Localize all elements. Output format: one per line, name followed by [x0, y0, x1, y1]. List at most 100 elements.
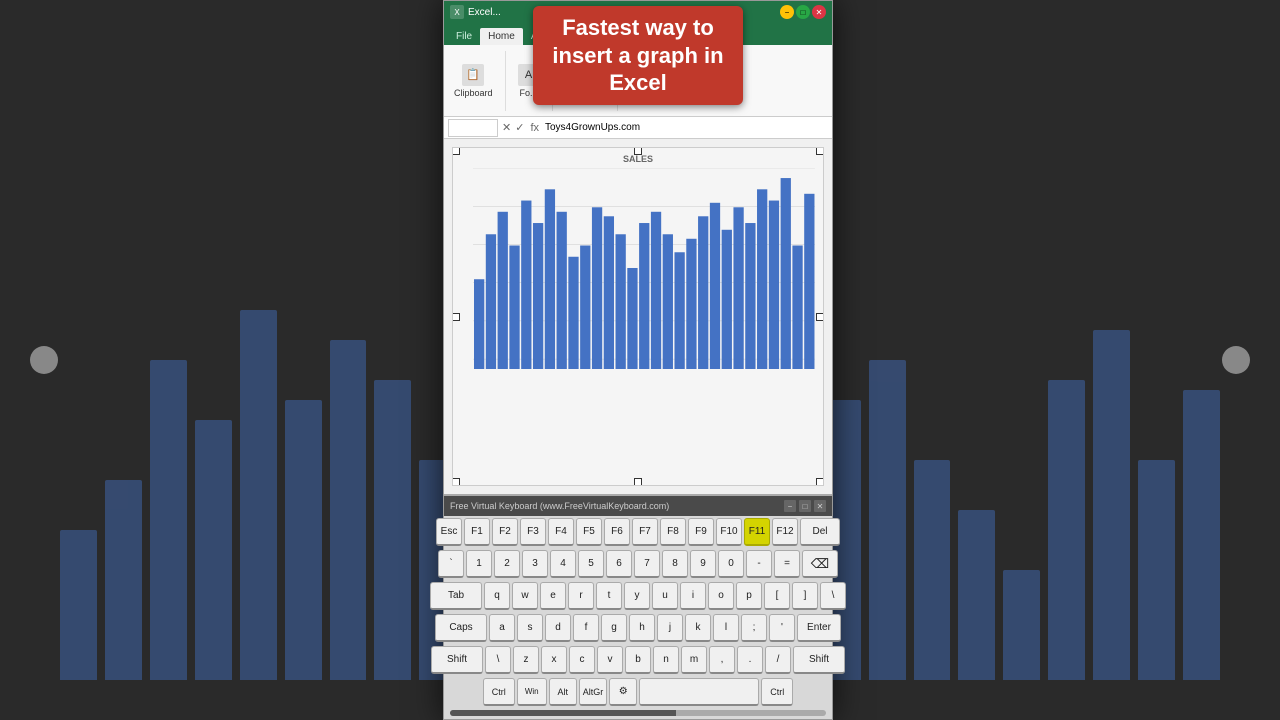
key-f10[interactable]: F10	[716, 518, 742, 546]
key-c[interactable]: c	[569, 646, 595, 674]
key-4[interactable]: 4	[550, 550, 576, 578]
key--[interactable]: ⚙	[609, 678, 637, 706]
key-t[interactable]: t	[596, 582, 622, 610]
chart-area[interactable]: SALES	[452, 147, 824, 486]
key-b[interactable]: b	[625, 646, 651, 674]
key-y[interactable]: y	[624, 582, 650, 610]
key-j[interactable]: j	[657, 614, 683, 642]
key--[interactable]: -	[746, 550, 772, 578]
key--[interactable]: `	[438, 550, 464, 578]
key--[interactable]: ]	[792, 582, 818, 610]
key--[interactable]: ;	[741, 614, 767, 642]
key-f4[interactable]: F4	[548, 518, 574, 546]
key-x[interactable]: x	[541, 646, 567, 674]
key-l[interactable]: l	[713, 614, 739, 642]
key-5[interactable]: 5	[578, 550, 604, 578]
key-caps[interactable]: Caps	[435, 614, 487, 642]
key--[interactable]: '	[769, 614, 795, 642]
formula-input[interactable]	[545, 119, 828, 137]
key--[interactable]: [	[764, 582, 790, 610]
key-1[interactable]: 1	[466, 550, 492, 578]
key-k[interactable]: k	[685, 614, 711, 642]
key-win[interactable]: Win	[517, 678, 547, 706]
minimize-button[interactable]: −	[780, 5, 794, 19]
key-del[interactable]: Del	[800, 518, 840, 546]
key-tab[interactable]: Tab	[430, 582, 482, 610]
keyboard-maximize-btn[interactable]: □	[799, 500, 811, 512]
key-f11[interactable]: F11	[744, 518, 770, 546]
resize-handle-br[interactable]	[816, 478, 824, 486]
key--[interactable]: \	[485, 646, 511, 674]
key-altgr[interactable]: AltGr	[579, 678, 608, 706]
key-e[interactable]: e	[540, 582, 566, 610]
key-h[interactable]: h	[629, 614, 655, 642]
key--[interactable]: .	[737, 646, 763, 674]
keyboard-close-btn[interactable]: ✕	[814, 500, 826, 512]
key-8[interactable]: 8	[662, 550, 688, 578]
key--[interactable]: ⌫	[802, 550, 838, 578]
key-f1[interactable]: F1	[464, 518, 490, 546]
resize-handle-bl[interactable]	[452, 478, 460, 486]
ribbon-tab-file[interactable]: File	[448, 28, 480, 45]
formula-sep-check[interactable]: ✓	[515, 121, 524, 134]
key-3[interactable]: 3	[522, 550, 548, 578]
key-v[interactable]: v	[597, 646, 623, 674]
close-button[interactable]: ✕	[812, 5, 826, 19]
key-z[interactable]: z	[513, 646, 539, 674]
resize-handle-tr[interactable]	[816, 147, 824, 155]
key-2[interactable]: 2	[494, 550, 520, 578]
key-g[interactable]: g	[601, 614, 627, 642]
key-q[interactable]: q	[484, 582, 510, 610]
key--[interactable]: =	[774, 550, 800, 578]
key-shift[interactable]: Shift	[793, 646, 845, 674]
key-m[interactable]: m	[681, 646, 707, 674]
key-ctrl[interactable]: Ctrl	[761, 678, 793, 706]
resize-handle-tl[interactable]	[452, 147, 460, 155]
key-ctrl[interactable]: Ctrl	[483, 678, 515, 706]
maximize-button[interactable]: □	[796, 5, 810, 19]
key-0[interactable]: 0	[718, 550, 744, 578]
key-w[interactable]: w	[512, 582, 538, 610]
key-6[interactable]: 6	[606, 550, 632, 578]
key-f[interactable]: f	[573, 614, 599, 642]
key-f7[interactable]: F7	[632, 518, 658, 546]
resize-handle-tc[interactable]	[634, 147, 642, 155]
key-9[interactable]: 9	[690, 550, 716, 578]
key-f5[interactable]: F5	[576, 518, 602, 546]
key-i[interactable]: i	[680, 582, 706, 610]
resize-handle-ml[interactable]	[452, 313, 460, 321]
key-n[interactable]: n	[653, 646, 679, 674]
resize-handle-bc[interactable]	[634, 478, 642, 486]
formula-sep-x[interactable]: ✕	[502, 121, 511, 134]
clipboard-button[interactable]: 📋 Clipboard	[450, 62, 497, 100]
resize-handle-mr[interactable]	[816, 313, 824, 321]
key--[interactable]: ,	[709, 646, 735, 674]
key-7[interactable]: 7	[634, 550, 660, 578]
keyboard-minimize-btn[interactable]: −	[784, 500, 796, 512]
key-f3[interactable]: F3	[520, 518, 546, 546]
key-r[interactable]: r	[568, 582, 594, 610]
key-shift[interactable]: Shift	[431, 646, 483, 674]
key-f6[interactable]: F6	[604, 518, 630, 546]
cell-reference-input[interactable]	[448, 119, 498, 137]
key-space[interactable]	[639, 678, 759, 706]
key-f9[interactable]: F9	[688, 518, 714, 546]
key-u[interactable]: u	[652, 582, 678, 610]
key-f12[interactable]: F12	[772, 518, 798, 546]
key-alt[interactable]: Alt	[549, 678, 577, 706]
key-f8[interactable]: F8	[660, 518, 686, 546]
key-s[interactable]: s	[517, 614, 543, 642]
key-f2[interactable]: F2	[492, 518, 518, 546]
ribbon-tab-home[interactable]: Home	[480, 28, 523, 45]
right-scroll-handle[interactable]	[1222, 346, 1250, 374]
key-esc[interactable]: Esc	[436, 518, 462, 546]
key-a[interactable]: a	[489, 614, 515, 642]
key--[interactable]: /	[765, 646, 791, 674]
key-enter[interactable]: Enter	[797, 614, 841, 642]
key-d[interactable]: d	[545, 614, 571, 642]
key--[interactable]: \	[820, 582, 846, 610]
left-scroll-handle[interactable]	[30, 346, 58, 374]
key-o[interactable]: o	[708, 582, 734, 610]
key-p[interactable]: p	[736, 582, 762, 610]
volume-track[interactable]	[450, 710, 826, 716]
